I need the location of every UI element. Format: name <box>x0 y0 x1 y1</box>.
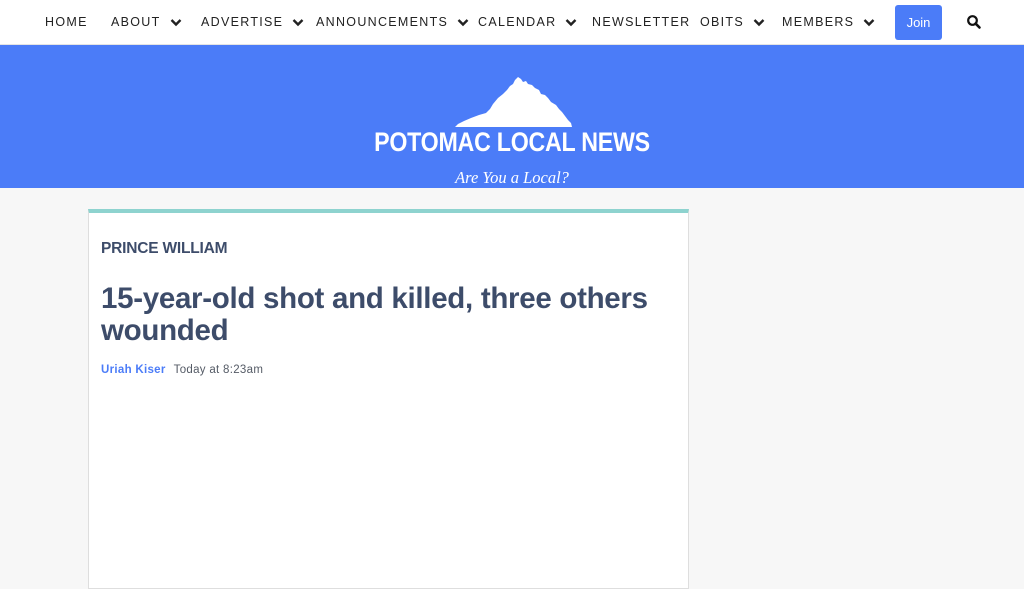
nav-item-home[interactable]: HOME <box>45 0 88 44</box>
article-byline: Uriah Kiser Today at 8:23am <box>101 364 263 376</box>
nav-item-label: ANNOUNCEMENTS <box>316 15 449 29</box>
search-icon[interactable] <box>966 14 982 30</box>
article-timestamp: Today at 8:23am <box>173 364 264 376</box>
nav-item-label: ABOUT <box>111 15 161 29</box>
article-category[interactable]: PRINCE WILLIAM <box>101 240 228 258</box>
nav-item-obits[interactable]: OBITS <box>700 0 765 44</box>
chevron-down-icon <box>292 18 304 27</box>
nav-item-about[interactable]: ABOUT <box>111 0 182 44</box>
chevron-down-icon <box>565 18 577 27</box>
chevron-down-icon <box>170 18 182 27</box>
author-link[interactable]: Uriah Kiser <box>101 364 166 376</box>
article-headline: 15-year-old shot and killed, three other… <box>101 282 648 347</box>
nav-item-label: OBITS <box>700 15 745 29</box>
nav-item-label: CALENDAR <box>478 15 557 29</box>
nav-item-advertise[interactable]: ADVERTISE <box>201 0 304 44</box>
chevron-down-icon <box>753 18 765 27</box>
article-card: PRINCE WILLIAM 15-year-old shot and kill… <box>88 209 689 589</box>
nav-item-label: MEMBERS <box>782 15 855 29</box>
chevron-down-icon <box>457 18 469 27</box>
nav-item-label: ADVERTISE <box>201 15 284 29</box>
site-tagline: Are You a Local? <box>455 168 569 187</box>
nav-item-label: NEWSLETTER <box>592 15 691 29</box>
join-button[interactable]: Join <box>895 5 942 40</box>
nav-item-announcements[interactable]: ANNOUNCEMENTS <box>316 0 469 44</box>
nav-item-calendar[interactable]: CALENDAR <box>478 0 577 44</box>
site-logo-text[interactable]: POTOMAC LOCAL NEWS <box>72 127 953 158</box>
nav-item-members[interactable]: MEMBERS <box>782 0 875 44</box>
chevron-down-icon <box>863 18 875 27</box>
top-navigation: HOME ABOUT ADVERTISE ANNOUNCEMENTS CALEN… <box>0 0 1024 45</box>
nav-item-newsletter[interactable]: NEWSLETTER <box>592 0 690 44</box>
site-masthead: POTOMAC LOCAL NEWS Are You a Local? <box>0 45 1024 188</box>
nav-item-label: HOME <box>45 15 88 29</box>
virginia-state-icon[interactable] <box>455 76 572 128</box>
